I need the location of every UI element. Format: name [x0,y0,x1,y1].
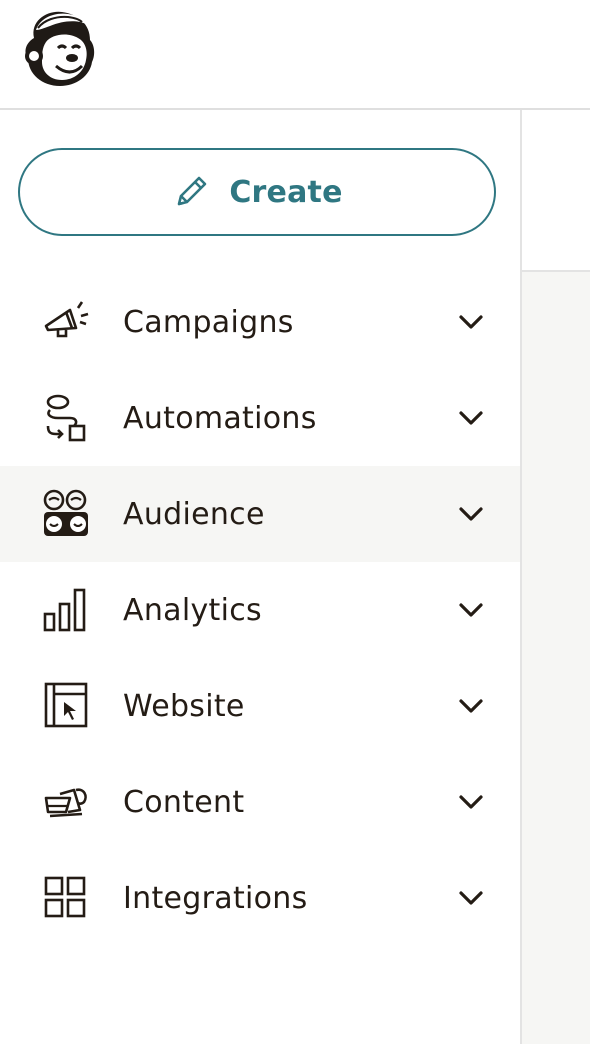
website-cursor-icon [40,680,92,732]
content-icon [40,776,92,828]
content-body-area [522,272,590,1044]
sidebar-item-label: Website [123,688,245,724]
chevron-down-icon[interactable] [456,406,486,430]
sidebar-item-integrations[interactable]: Integrations [0,850,520,946]
sidebar-item-label: Integrations [123,880,308,916]
sidebar-item-website[interactable]: Website [0,658,520,754]
sidebar-item-analytics[interactable]: Analytics [0,562,520,658]
chevron-down-icon[interactable] [456,310,486,334]
sidebar-item-audience[interactable]: Audience [0,466,520,562]
create-button[interactable]: Create [18,148,496,236]
grid-icon [40,872,92,924]
sidebar-item-label: Analytics [123,592,262,628]
chevron-down-icon[interactable] [456,694,486,718]
bar-chart-icon [40,584,92,636]
content-header-area [522,110,590,272]
chevron-down-icon[interactable] [456,886,486,910]
sidebar: Create Campaigns Automations Audience An… [0,110,520,1044]
sidebar-item-content[interactable]: Content [0,754,520,850]
chevron-down-icon[interactable] [456,502,486,526]
sidebar-item-campaigns[interactable]: Campaigns [0,274,520,370]
sidebar-item-label: Automations [123,400,317,436]
audience-faces-icon [40,488,92,540]
sidebar-item-label: Audience [123,496,265,532]
sidebar-item-label: Content [123,784,245,820]
automation-flow-icon [40,392,92,444]
sidebar-item-automations[interactable]: Automations [0,370,520,466]
chevron-down-icon[interactable] [456,598,486,622]
top-bar [0,0,590,110]
freddie-monkey-logo-icon[interactable] [20,8,98,88]
create-button-label: Create [229,174,343,210]
main-nav: Campaigns Automations Audience Analytics… [0,274,520,946]
megaphone-icon [40,296,92,348]
pencil-icon [171,172,211,212]
chevron-down-icon[interactable] [456,790,486,814]
sidebar-item-label: Campaigns [123,304,294,340]
